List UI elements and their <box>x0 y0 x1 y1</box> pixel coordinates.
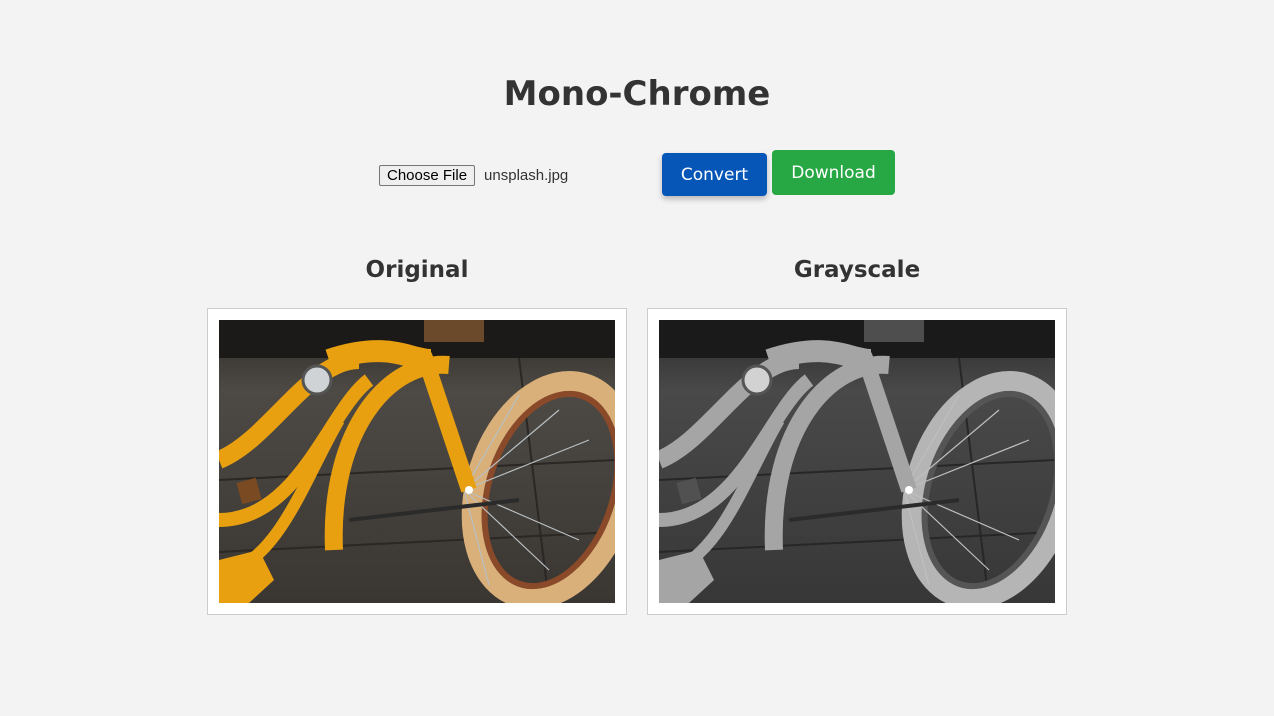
download-button[interactable]: Download <box>772 150 895 195</box>
grayscale-image <box>659 320 1055 603</box>
grayscale-panel-title: Grayscale <box>793 257 921 283</box>
selected-file-name: unsplash.jpg <box>484 166 569 184</box>
original-image-frame <box>207 308 627 615</box>
convert-button[interactable]: Convert <box>662 153 767 196</box>
app-title: Mono-Chrome <box>503 74 771 114</box>
original-image <box>219 320 615 603</box>
choose-file-button[interactable]: Choose File <box>379 164 476 186</box>
file-picker[interactable]: Choose File unsplash.jpg <box>379 164 568 186</box>
original-panel-title: Original <box>365 257 469 283</box>
grayscale-image-frame <box>647 308 1067 615</box>
